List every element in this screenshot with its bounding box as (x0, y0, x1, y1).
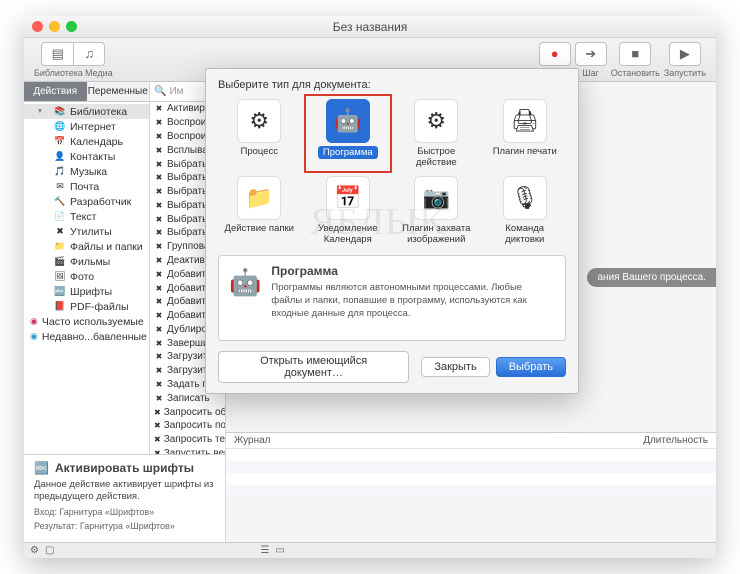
action-icon: ✖ (154, 297, 164, 307)
media-label: Медиа (85, 68, 113, 78)
doc-type-icon: 📅 (326, 176, 370, 220)
action-icon: ✖ (154, 283, 164, 293)
tab-variables[interactable]: Переменные (87, 82, 150, 102)
record-button[interactable]: ● (539, 42, 571, 66)
action-icon: ✖ (154, 324, 164, 334)
action-icon: ✖ (154, 338, 164, 348)
action-icon: ✖ (154, 228, 164, 238)
doc-type-icon: 📷 (414, 176, 458, 220)
action-icon: ✖ (154, 118, 164, 128)
action-icon: ✖ (154, 255, 164, 265)
action-icon: ✖ (154, 407, 161, 417)
library-button[interactable]: ▤ (41, 42, 73, 66)
action-icon: ✖ (154, 311, 164, 321)
gear-icon[interactable]: ⚙ (30, 545, 39, 556)
choose-button[interactable]: Выбрать (496, 357, 566, 377)
action-icon: ✖ (154, 421, 161, 431)
library-media-group: ▤ ♫ Библиотека Медиа (34, 42, 113, 78)
view-list-icon[interactable]: ☰ (260, 545, 269, 556)
expand-icon[interactable]: ▢ (45, 545, 54, 556)
doc-type-icon: 🖨 (503, 99, 547, 143)
app-icon: 🤖 (229, 264, 261, 300)
library-root: ▼📚Библиотека (24, 104, 149, 119)
doc-type-icon: ⚙ (414, 99, 458, 143)
tab-actions[interactable]: Действия (24, 82, 87, 102)
log-rows (226, 449, 716, 497)
action-item[interactable]: ✖Запросить текст (150, 433, 225, 447)
library-icon: 📚 (54, 106, 66, 118)
action-icon: ✖ (154, 269, 164, 279)
media-button[interactable]: ♫ (73, 42, 105, 66)
search-icon: 🔍 (154, 86, 166, 97)
library-label: Библиотека (34, 68, 83, 78)
doc-type-команда-диктовки[interactable]: 🎙Команда диктовки (484, 174, 567, 247)
doc-type-плагин-захвата-изображений[interactable]: 📷Плагин захвата изображений (395, 174, 478, 247)
doc-type-icon: 🤖 (326, 99, 370, 143)
close-button[interactable]: Закрыть (421, 357, 489, 377)
stop-button[interactable]: ■ (619, 42, 651, 66)
doc-type-быстрое-действие[interactable]: ⚙Быстрое действие (395, 97, 478, 170)
titlebar: Без названия (24, 16, 716, 38)
doc-type-icon: ⚙ (237, 99, 281, 143)
action-icon: ✖ (154, 173, 164, 183)
view-flow-icon[interactable]: ▭ (275, 545, 284, 556)
action-icon: ✖ (154, 159, 164, 169)
log-duration-header: Длительность (643, 435, 708, 446)
action-icon: ✖ (154, 145, 164, 155)
doc-type-действие-папки[interactable]: 📁Действие папки (218, 174, 301, 247)
action-icon: ✖ (154, 131, 164, 141)
step-button[interactable]: ➔ (575, 42, 607, 66)
fonts-icon: 🔤 (34, 461, 49, 475)
doc-type-процесс[interactable]: ⚙Процесс (218, 97, 301, 170)
action-icon: ✖ (154, 187, 164, 197)
workflow-hint: ания Вашего процесса. (587, 268, 716, 287)
doc-type-плагин-печати[interactable]: 🖨Плагин печати (484, 97, 567, 170)
action-item[interactable]: ✖Запросить объекты Finder (150, 405, 225, 419)
new-document-dialog: Выберите тип для документа: ⚙Процесс🤖Про… (205, 68, 579, 394)
statusbar: ⚙ ▢ ☰ ▭ (24, 542, 716, 558)
doc-type-программа[interactable]: 🤖Программа (307, 97, 390, 170)
run-button[interactable]: ▶ (669, 42, 701, 66)
log-journal-header: Журнал (234, 435, 643, 446)
action-item[interactable]: ✖Запросить подтверждение (150, 419, 225, 433)
action-icon: ✖ (154, 242, 164, 252)
window-title: Без названия (24, 20, 716, 34)
type-description: 🤖 Программа Программы являются автономны… (218, 255, 566, 341)
doc-type-icon: 📁 (237, 176, 281, 220)
open-existing-button[interactable]: Открыть имеющийся документ… (218, 351, 409, 383)
log-pane: ЖурналДлительность (226, 432, 716, 496)
doc-type-icon: 🎙 (503, 176, 547, 220)
action-icon: ✖ (154, 214, 164, 224)
action-icon: ✖ (154, 380, 164, 390)
action-icon: ✖ (154, 366, 164, 376)
document-type-grid: ⚙Процесс🤖Программа⚙Быстрое действие🖨Плаг… (218, 97, 566, 247)
action-icon: ✖ (154, 200, 164, 210)
dialog-title: Выберите тип для документа: (218, 79, 566, 91)
action-icon: ✖ (154, 435, 161, 445)
action-icon: ✖ (154, 352, 164, 362)
action-icon: ✖ (154, 104, 164, 114)
doc-type-уведомление-календаря[interactable]: 📅Уведомление Календаря (307, 174, 390, 247)
action-icon: ✖ (154, 393, 164, 403)
